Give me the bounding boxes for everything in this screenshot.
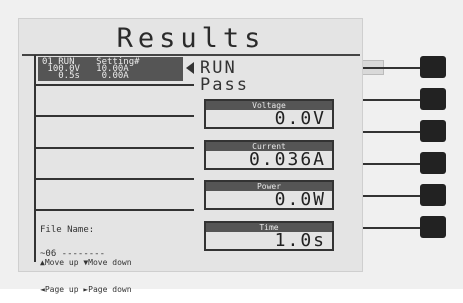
softkey-line-6 (363, 227, 421, 229)
softkey-button-6[interactable] (420, 216, 446, 238)
step-settings-2: 0.5s 0.00A (42, 71, 129, 81)
softkey-button-4[interactable] (420, 152, 446, 174)
nav-hint-page: ◄Page up ►Page down (40, 285, 132, 294)
navigation-hints: ▲Move up ▼Move down ◄Page up ►Page down (40, 240, 132, 303)
power-readout: Power 0.0W (204, 180, 334, 210)
current-readout: Current 0.036A (204, 140, 334, 170)
list-row-divider (36, 115, 194, 117)
power-value: 0.0W (274, 189, 326, 210)
nav-hint-move: ▲Move up ▼Move down (40, 258, 132, 267)
screen-title: Results (116, 23, 266, 54)
file-name-label: File Name: (40, 225, 95, 235)
softkey-line-5 (363, 195, 421, 197)
current-value: 0.036A (248, 149, 326, 170)
softkey-line-3 (363, 131, 421, 133)
time-value: 1.0s (274, 230, 326, 251)
time-readout: Time 1.0s (204, 221, 334, 251)
list-row-divider (36, 147, 194, 149)
softkey-line-4 (363, 163, 421, 165)
softkey-button-3[interactable] (420, 120, 446, 142)
softkey-line-2 (363, 99, 421, 101)
selection-caret-icon (186, 62, 194, 74)
softkey-button-1[interactable] (420, 56, 446, 78)
list-row-divider (36, 178, 194, 180)
softkey-button-2[interactable] (420, 88, 446, 110)
list-row-divider (36, 84, 194, 86)
softkey-button-5[interactable] (420, 184, 446, 206)
softkey-line-1 (363, 67, 421, 69)
voltage-readout: Voltage 0.0V (204, 99, 334, 129)
voltage-value: 0.0V (274, 108, 326, 129)
test-status: RUN Pass (200, 60, 249, 94)
selected-step-row[interactable]: 01 RUN Setting# 100.0V 10.00A 0.5s 0.00A (38, 57, 183, 81)
test-result: Pass (200, 75, 249, 95)
